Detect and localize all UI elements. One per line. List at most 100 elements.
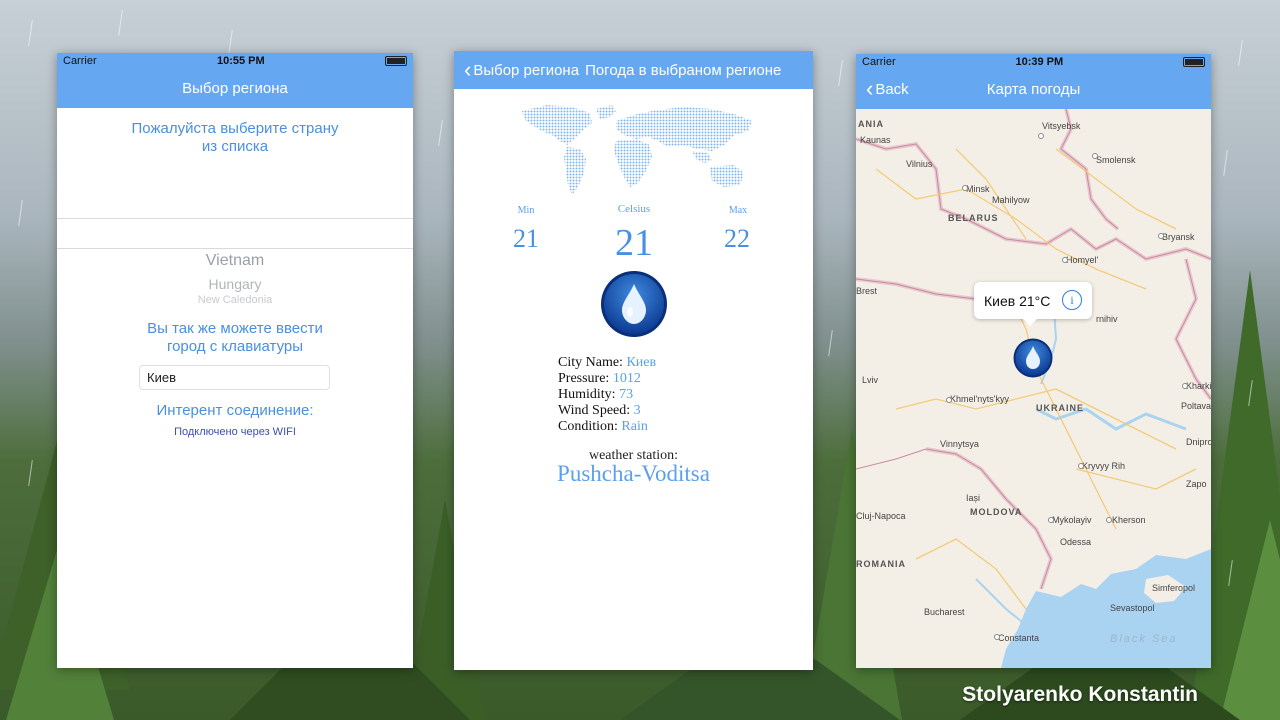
- field-value: 3: [633, 403, 641, 418]
- status-bar: Carrier 10:39 PM: [856, 54, 1211, 70]
- map-label: MOLDOVA: [970, 507, 1023, 517]
- field-label: City Name:: [558, 355, 623, 370]
- country-prompt-line2: из списка: [201, 138, 269, 155]
- map-label: Kaunas: [860, 135, 891, 145]
- map-label: Sevastopol: [1110, 603, 1155, 613]
- pressure-row: Pressure: 1012: [558, 371, 656, 387]
- navigation-bar: Carrier 10:39 PM ‹ Back Карта погоды: [856, 54, 1211, 109]
- raindrop-icon: [601, 271, 667, 337]
- nav-title: Погода в выбраном регионе: [585, 61, 782, 79]
- weather-detail-screen: ‹ Выбор региона Погода в выбраном регион…: [454, 51, 813, 670]
- humidity-row: Humidity: 73: [558, 387, 656, 403]
- navigation-bar: ‹ Выбор региона Погода в выбраном регион…: [454, 51, 813, 89]
- city-dot: [994, 634, 1000, 640]
- city-dot: [1078, 463, 1084, 469]
- weather-station-name: Pushcha-Voditsa: [557, 461, 710, 486]
- map-label: Bryansk: [1162, 232, 1195, 242]
- author-credit: Stolyarenko Konstantin: [962, 683, 1198, 706]
- info-icon[interactable]: i: [1062, 290, 1082, 310]
- carrier-label: Carrier: [862, 56, 896, 68]
- back-button[interactable]: ‹ Back: [866, 78, 909, 100]
- country-prompt-line1: Пожалуйста выберите страну: [131, 120, 339, 137]
- map-label: Zapo: [1186, 479, 1207, 489]
- raindrop-map-pin-icon[interactable]: [1013, 338, 1053, 378]
- map-label: Minsk: [966, 184, 990, 194]
- map-label: UKRAINE: [1036, 403, 1085, 413]
- city-dot: [1182, 383, 1188, 389]
- map-callout[interactable]: Киев 21°C i: [974, 282, 1092, 326]
- map-label: Iași: [966, 493, 981, 503]
- weather-map[interactable]: ANIA Kaunas Vitsyebsk Vilnius Smolensk M…: [856, 109, 1211, 668]
- map-label: rnihiv: [1096, 314, 1118, 324]
- map-label: ROMANIA: [856, 559, 906, 569]
- map-label: Poltava: [1181, 401, 1211, 411]
- city-dot: [946, 397, 952, 403]
- city-dot: [1158, 233, 1164, 239]
- clock: 10:39 PM: [1015, 56, 1064, 68]
- city-dot: [962, 185, 968, 191]
- nav-title: Выбор региона: [182, 80, 288, 97]
- map-label: Vilnius: [906, 159, 933, 169]
- city-input[interactable]: Киев: [139, 365, 330, 390]
- min-value: 21: [513, 224, 539, 253]
- map-label: Kherson: [1112, 515, 1146, 525]
- map-label: Cluj-Napoca: [856, 511, 906, 521]
- keyboard-entry-label: Вы так же можете ввести город с клавиату…: [57, 320, 413, 356]
- celsius-label: Celsius: [617, 203, 651, 215]
- field-value: 73: [619, 387, 634, 402]
- map-label: Mahilyow: [992, 195, 1030, 205]
- map-label: Simferopol: [1152, 583, 1196, 593]
- connection-label: Интерент соединение:: [156, 402, 314, 419]
- map-label: Homyel': [1066, 255, 1099, 265]
- nav-bar-row: ‹ Back Карта погоды: [856, 70, 1211, 108]
- weather-info-list: City Name: Киев Pressure: 1012 Humidity:…: [558, 355, 656, 435]
- condition-row: Condition: Rain: [558, 419, 656, 435]
- map-label: Black Sea: [1110, 633, 1178, 645]
- city-dot: [1048, 517, 1054, 523]
- field-label: Humidity:: [558, 387, 616, 402]
- country-picker[interactable]: Vietnam Hungary New Caledonia: [57, 218, 413, 308]
- map-label: Dnipro: [1186, 437, 1211, 447]
- field-value: 1012: [612, 371, 641, 386]
- map-label: Vitsyebsk: [1042, 121, 1081, 131]
- picker-item[interactable]: Hungary: [57, 276, 413, 292]
- map-label: Bucharest: [924, 607, 965, 617]
- map-label: Kryvyy Rih: [1082, 461, 1126, 471]
- country-prompt: Пожалуйста выберите страну из списка: [57, 120, 413, 156]
- city-dot: [1038, 133, 1044, 139]
- weather-map-screen: Carrier 10:39 PM ‹ Back Карта погоды ANI…: [856, 54, 1211, 668]
- back-button-label: Back: [875, 80, 909, 98]
- field-label: Pressure:: [558, 371, 610, 386]
- map-label: Vinnytsya: [940, 439, 979, 449]
- map-label: ANIA: [858, 119, 884, 129]
- clock: 10:55 PM: [216, 55, 265, 67]
- chevron-left-icon: ‹: [866, 76, 874, 101]
- city-dot: [1106, 517, 1112, 523]
- field-value: Киев: [626, 355, 657, 370]
- picker-divider: [57, 248, 413, 249]
- nav-title: Карта погоды: [986, 80, 1081, 98]
- navigation-bar: Carrier 10:55 PM Выбор региона: [57, 53, 413, 108]
- wind-speed-row: Wind Speed: 3: [558, 403, 656, 419]
- max-value: 22: [724, 224, 750, 253]
- map-label: Kharkiv: [1186, 381, 1211, 391]
- map-label: Lviv: [862, 375, 879, 385]
- picker-divider: [57, 218, 413, 219]
- battery-icon: [1182, 57, 1205, 67]
- field-label: Wind Speed:: [558, 403, 631, 418]
- keyboard-entry-line2: город с клавиатуры: [166, 338, 304, 355]
- max-label: Max: [728, 205, 748, 216]
- region-select-screen: Carrier 10:55 PM Выбор региона Пожалуйст…: [57, 53, 413, 668]
- city-dot: [1062, 257, 1068, 263]
- map-label: Brest: [856, 286, 878, 296]
- world-map-icon: [522, 105, 752, 195]
- back-button[interactable]: ‹ Выбор региона: [454, 59, 579, 81]
- back-button-label: Выбор региона: [473, 61, 580, 79]
- picker-item[interactable]: Vietnam: [57, 252, 413, 270]
- picker-item[interactable]: New Caledonia: [57, 294, 413, 305]
- current-temperature: 21: [615, 222, 653, 264]
- battery-icon: [384, 56, 407, 66]
- map-label: Constanta: [998, 633, 1040, 643]
- carrier-label: Carrier: [63, 55, 97, 67]
- field-label: Condition:: [558, 419, 618, 434]
